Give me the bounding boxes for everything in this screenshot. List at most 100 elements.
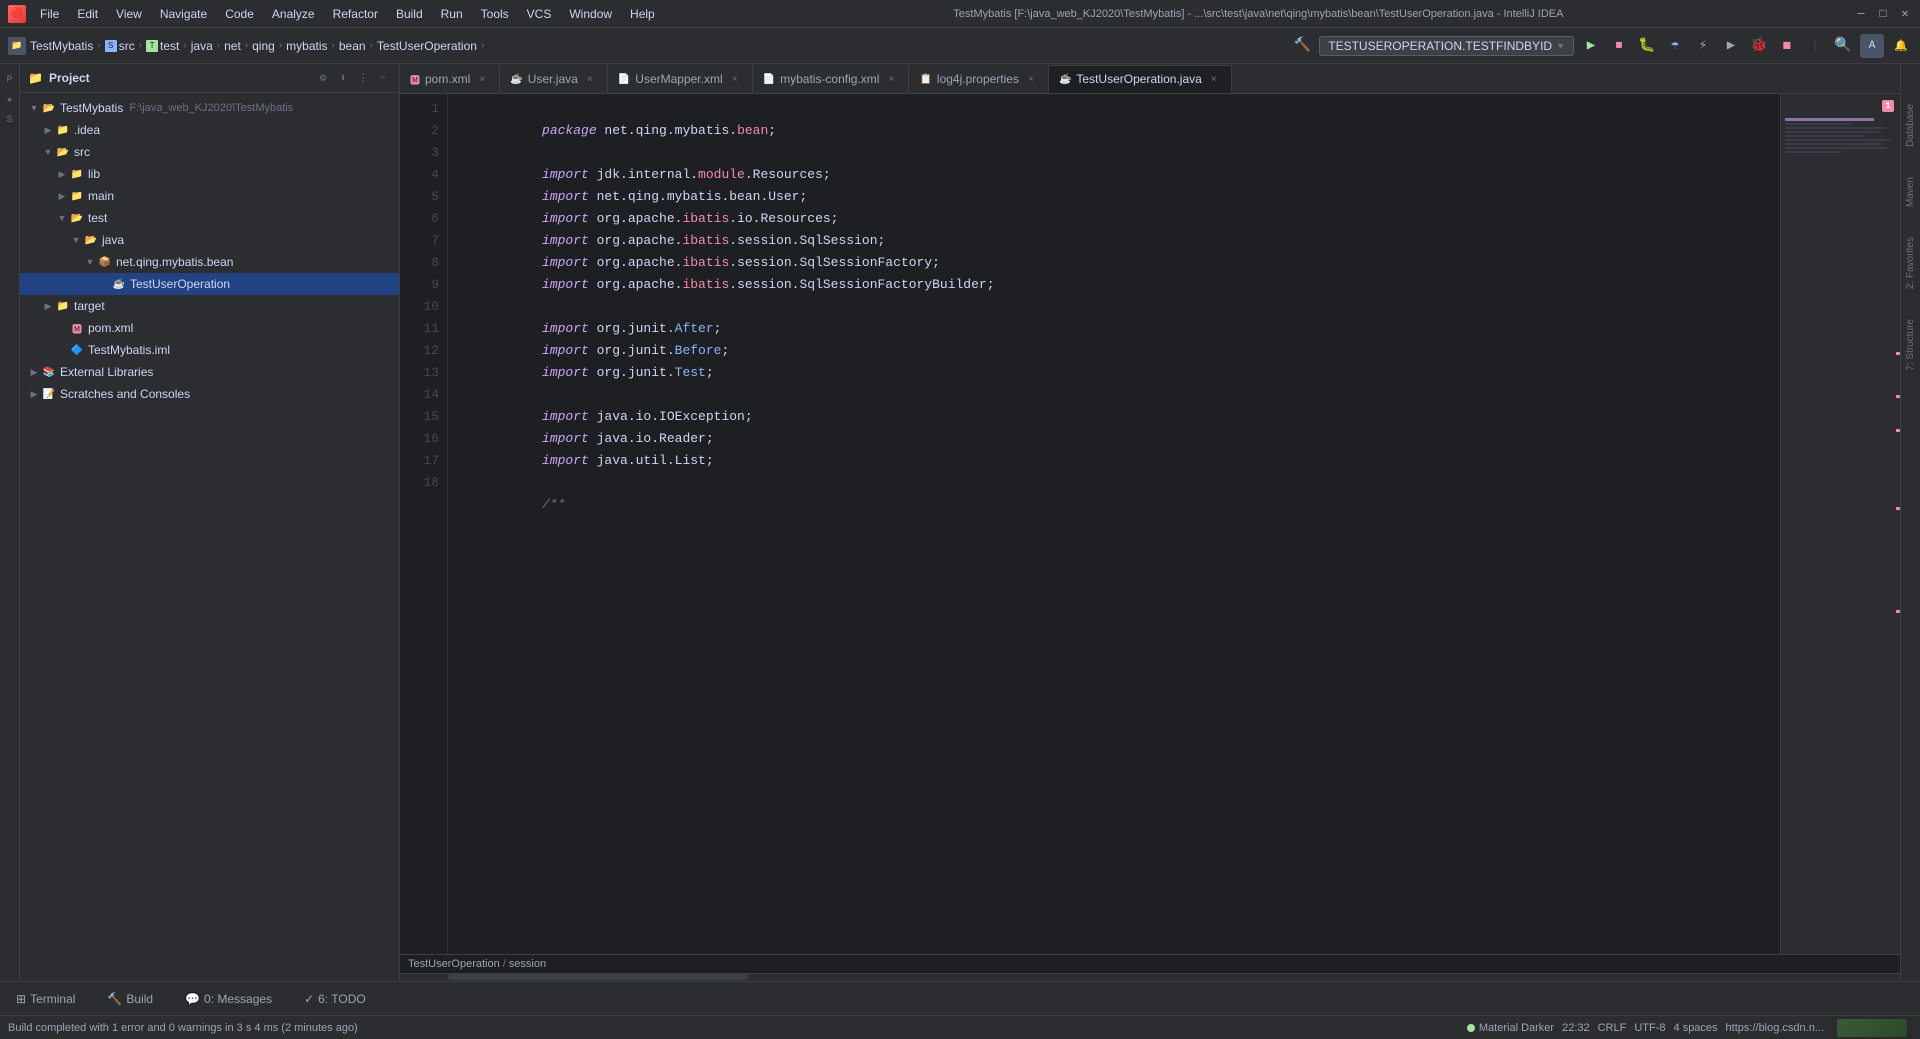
bottom-tab-todo[interactable]: ✓ 6: TODO (296, 988, 374, 1010)
theme-status[interactable]: Material Darker (1467, 1022, 1554, 1034)
right-strip-maven[interactable]: Maven (1905, 177, 1916, 207)
bottom-panel: ⊞ Terminal 🔨 Build 💬 0: Messages ✓ 6: TO… (0, 981, 1920, 1015)
tab-pomxml-close[interactable]: × (475, 72, 489, 86)
sidebar-folder-icon: 📁 (28, 71, 43, 86)
bottom-tab-build[interactable]: 🔨 Build (99, 988, 161, 1010)
breadcrumb-mybatis[interactable]: mybatis (286, 39, 327, 53)
tree-item-iml[interactable]: 🔷 TestMybatis.iml (20, 339, 399, 361)
encoding-label: UTF-8 (1634, 1022, 1665, 1034)
left-strip-icon-1[interactable]: P (2, 72, 18, 88)
left-strip-icon-3[interactable]: S (2, 112, 18, 128)
tree-label-target: target (74, 299, 105, 313)
sidebar-settings-icon[interactable]: ⚙ (315, 70, 331, 86)
coverage-button[interactable]: ☂ (1664, 35, 1686, 57)
tab-usermapper[interactable]: 📄 UserMapper.xml × (608, 65, 753, 93)
close-button[interactable]: ✕ (1898, 7, 1912, 21)
breadcrumb-bean[interactable]: bean (339, 39, 366, 53)
tab-usermapper-close[interactable]: × (728, 72, 742, 86)
menu-analyze[interactable]: Analyze (264, 5, 323, 23)
search-button[interactable]: 🔍 (1832, 35, 1854, 57)
tree-item-external-libs[interactable]: ▶ 📚 External Libraries (20, 361, 399, 383)
bottom-tab-terminal[interactable]: ⊞ Terminal (8, 988, 83, 1010)
tree-item-src[interactable]: ▼ 📂 src (20, 141, 399, 163)
tree-item-target[interactable]: ▶ 📁 target (20, 295, 399, 317)
breadcrumb-java[interactable]: java (191, 39, 213, 53)
sidebar-expand-icon[interactable]: ⬆ (335, 70, 351, 86)
debug2-button[interactable]: 🐞 (1748, 35, 1770, 57)
todo-label: 6: TODO (318, 992, 366, 1006)
tab-pomxml[interactable]: 🅼 pom.xml × (400, 65, 500, 93)
menu-navigate[interactable]: Navigate (152, 5, 215, 23)
code-editor[interactable]: package net.qing.mybatis.bean; import jd… (448, 94, 1780, 954)
tree-item-testmybatis[interactable]: ▼ 📂 TestMybatis F:\java_web_KJ2020\TestM… (20, 97, 399, 119)
sidebar-toolbar: ⚙ ⬆ ⋮ – (315, 70, 391, 86)
run-config-dropdown[interactable]: TESTUSEROPERATION.TESTFINDBYID ▼ (1319, 36, 1574, 56)
avatar[interactable]: A (1860, 34, 1884, 58)
terminal-icon: ⊞ (16, 992, 26, 1006)
menu-code[interactable]: Code (217, 5, 262, 23)
breadcrumb-file[interactable]: TestUserOperation (377, 39, 477, 53)
right-strip-database[interactable]: Database (1905, 104, 1916, 147)
menu-vcs[interactable]: VCS (519, 5, 560, 23)
tab-mybatis-close[interactable]: × (884, 72, 898, 86)
sidebar-close-icon[interactable]: – (375, 70, 391, 86)
menu-file[interactable]: File (32, 5, 67, 23)
run-button[interactable]: ▶ (1580, 35, 1602, 57)
tab-mybatis-config[interactable]: 📄 mybatis-config.xml × (753, 65, 910, 93)
horizontal-scrollbar[interactable] (400, 973, 1900, 981)
tree-item-main[interactable]: ▶ 📁 main (20, 185, 399, 207)
tree-item-lib[interactable]: ▶ 📁 lib (20, 163, 399, 185)
scroll-mark-4 (1896, 507, 1900, 510)
menu-window[interactable]: Window (561, 5, 620, 23)
left-strip-icon-2[interactable]: ★ (2, 92, 18, 108)
profile-button[interactable]: ⚡ (1692, 35, 1714, 57)
tab-test-label: TestUserOperation.java (1076, 72, 1201, 86)
tab-user[interactable]: ☕ User.java × (500, 65, 607, 93)
tab-user-close[interactable]: × (583, 72, 597, 86)
toolbar: 📁 TestMybatis › S src › T test › java › … (0, 28, 1920, 64)
minimap (1781, 118, 1900, 153)
menu-build[interactable]: Build (388, 5, 431, 23)
build-status: Build completed with 1 error and 0 warni… (8, 1022, 358, 1034)
tab-testuseroperation[interactable]: ☕ TestUserOperation.java × (1049, 65, 1232, 93)
menu-tools[interactable]: Tools (473, 5, 517, 23)
toolbar-right: 🔨 TESTUSEROPERATION.TESTFINDBYID ▼ ▶ ⏹ 🐛… (1291, 34, 1912, 58)
breadcrumb-qing[interactable]: qing (252, 39, 275, 53)
breadcrumb-net[interactable]: net (224, 39, 241, 53)
tab-test-close[interactable]: × (1207, 72, 1221, 86)
bottom-tab-messages[interactable]: 💬 0: Messages (177, 988, 280, 1010)
tree-item-scratches[interactable]: ▶ 📝 Scratches and Consoles (20, 383, 399, 405)
maximize-button[interactable]: □ (1876, 7, 1890, 21)
scrollbar-thumb[interactable] (448, 974, 748, 980)
tree-item-java[interactable]: ▼ 📂 java (20, 229, 399, 251)
breadcrumb-project[interactable]: TestMybatis (30, 39, 93, 53)
tree-item-package[interactable]: ▼ 📦 net.qing.mybatis.bean (20, 251, 399, 273)
menu-edit[interactable]: Edit (69, 5, 106, 23)
stop2-button[interactable]: ◼ (1776, 35, 1798, 57)
lib-folder-icon: 📁 (70, 167, 84, 181)
breadcrumb-src[interactable]: src (119, 39, 135, 53)
line-ending-status[interactable]: CRLF (1598, 1022, 1627, 1034)
stop-button[interactable]: ⏹ (1608, 35, 1630, 57)
tree-item-pomxml[interactable]: 🅼 pom.xml (20, 317, 399, 339)
menu-view[interactable]: View (108, 5, 150, 23)
tab-log4j[interactable]: 📋 log4j.properties × (909, 65, 1049, 93)
tab-log4j-close[interactable]: × (1024, 72, 1038, 86)
menu-refactor[interactable]: Refactor (325, 5, 386, 23)
sidebar-options-icon[interactable]: ⋮ (355, 70, 371, 86)
run2-button[interactable]: ▶ (1720, 35, 1742, 57)
debug-button[interactable]: 🐛 (1636, 35, 1658, 57)
menu-run[interactable]: Run (433, 5, 471, 23)
minimize-button[interactable]: ─ (1854, 7, 1868, 21)
menu-help[interactable]: Help (622, 5, 663, 23)
notifications-button[interactable]: 🔔 (1890, 35, 1912, 57)
right-strip-favorites[interactable]: 2: Favorites (1905, 237, 1916, 289)
breadcrumb-test[interactable]: test (160, 39, 179, 53)
url-status[interactable]: https://blog.csdn.n... (1726, 1022, 1824, 1034)
right-strip-structure[interactable]: 7: Structure (1905, 319, 1916, 371)
encoding-status[interactable]: UTF-8 (1634, 1022, 1665, 1034)
indent-status[interactable]: 4 spaces (1674, 1022, 1718, 1034)
tree-item-test[interactable]: ▼ 📂 test (20, 207, 399, 229)
tree-item-idea[interactable]: ▶ 📁 .idea (20, 119, 399, 141)
tree-item-testuseroperation[interactable]: ☕ TestUserOperation (20, 273, 399, 295)
